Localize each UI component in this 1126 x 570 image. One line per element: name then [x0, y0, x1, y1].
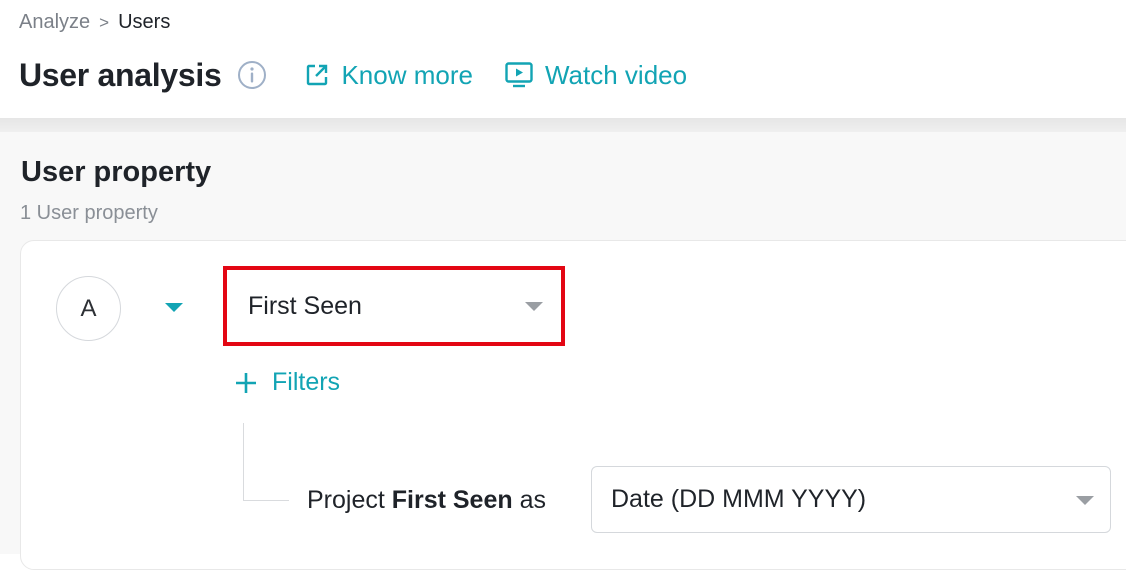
watch-video-link[interactable]: Watch video: [505, 60, 687, 91]
section-subtitle: 1 User property: [20, 202, 158, 224]
video-play-icon: [505, 62, 533, 88]
format-select[interactable]: Date (DD MMM YYYY): [591, 466, 1111, 533]
project-suffix: as: [519, 486, 546, 514]
external-link-icon: [307, 64, 328, 86]
add-filters-label: Filters: [272, 368, 341, 396]
page-title: User analysis: [19, 56, 222, 93]
header-divider: [0, 118, 1126, 132]
page-header: Analyze > Users User analysis Know more: [0, 0, 1126, 118]
property-badge: A: [56, 276, 121, 341]
tree-connector-vertical: [243, 423, 244, 500]
info-icon[interactable]: [237, 60, 267, 90]
add-filters-button[interactable]: Filters: [234, 368, 340, 397]
know-more-label: Know more: [341, 59, 473, 90]
title-row: User analysis Know more Watch video: [19, 52, 687, 98]
project-property-name: First Seen: [391, 486, 513, 514]
watch-video-label: Watch video: [544, 59, 688, 90]
caret-down-icon[interactable]: [165, 303, 183, 312]
know-more-link[interactable]: Know more: [305, 60, 473, 91]
chevron-down-icon: [1076, 496, 1094, 505]
project-label: Project First Seen as: [307, 483, 546, 517]
user-property-section: User property 1 User property A First Se…: [0, 132, 1126, 570]
project-prefix: Project: [307, 486, 385, 514]
breadcrumb-current: Users: [118, 11, 171, 33]
format-select-value: Date (DD MMM YYYY): [611, 485, 867, 513]
tree-connector-horizontal: [243, 500, 289, 501]
breadcrumb-analyze[interactable]: Analyze: [19, 11, 90, 33]
property-select-value: First Seen: [248, 292, 362, 320]
breadcrumb-separator: >: [99, 13, 110, 32]
property-select[interactable]: First Seen: [223, 266, 565, 346]
property-card: A First Seen Filters Project First Seen …: [20, 240, 1126, 570]
section-title: User property: [21, 156, 212, 188]
breadcrumb: Analyze > Users: [19, 9, 170, 36]
plus-icon: [236, 372, 256, 393]
chevron-down-icon: [525, 302, 543, 311]
